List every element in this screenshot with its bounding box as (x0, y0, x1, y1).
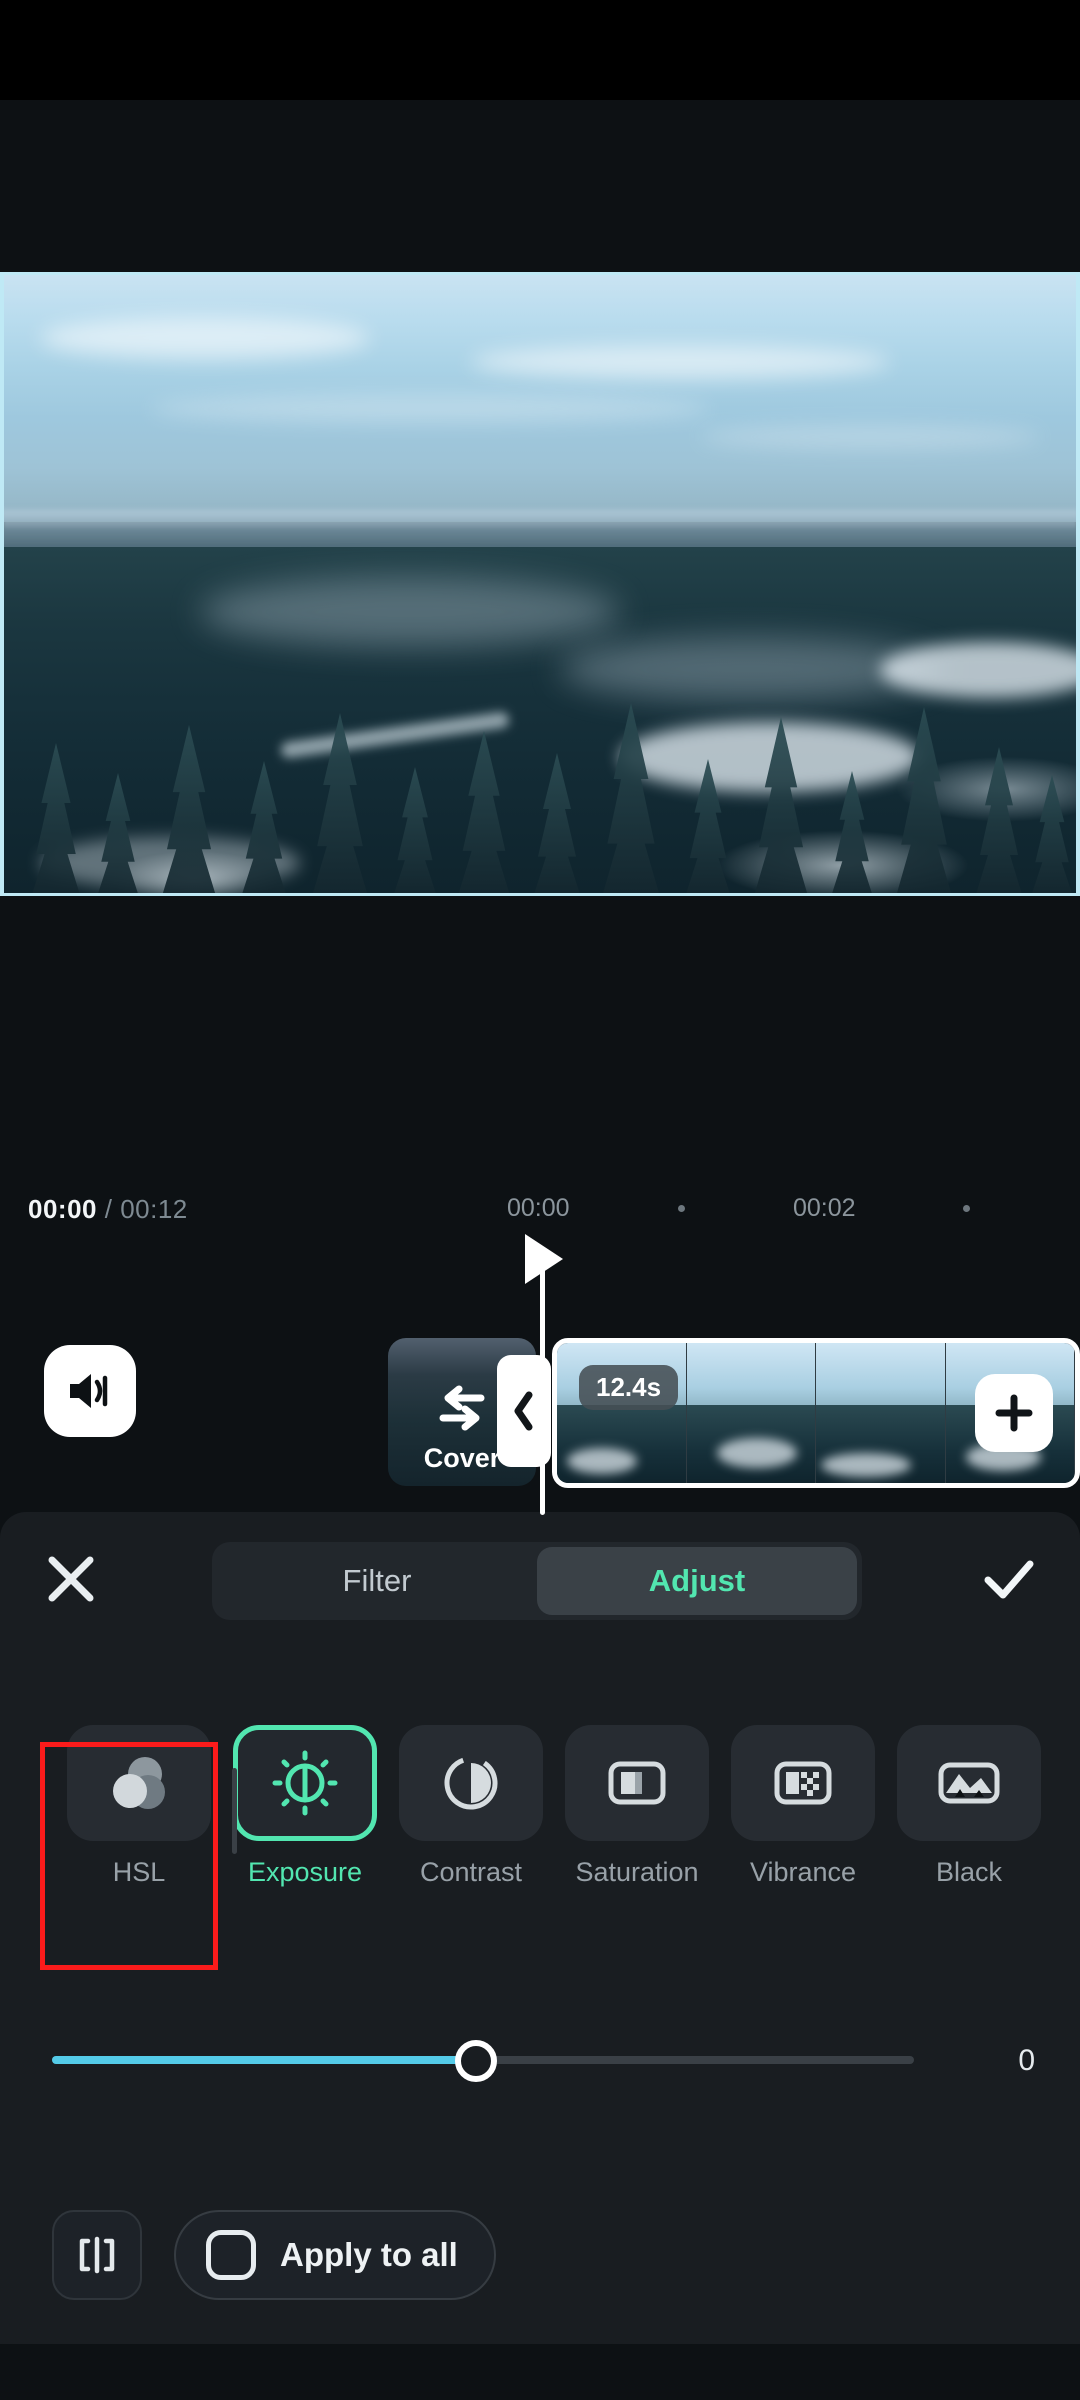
timeline-ruler[interactable]: 00:00 / 00:12 00:00 00:02 (0, 1190, 1080, 1250)
tool-exposure[interactable]: Exposure (222, 1725, 388, 1975)
clip-thumbnail (816, 1343, 946, 1483)
saturation-icon (608, 1761, 666, 1805)
chevron-left-icon (514, 1391, 533, 1431)
tool-vibrance-label: Vibrance (749, 1857, 857, 1887)
black-point-icon (938, 1762, 1000, 1804)
add-clip-button[interactable] (975, 1374, 1053, 1452)
apply-to-all-label: Apply to all (280, 2236, 458, 2273)
tool-saturation-box (565, 1725, 709, 1841)
adjust-tools-row[interactable]: HSL Exposure Contrast Saturation Vibranc… (0, 1725, 1080, 1975)
exposure-sun-icon (272, 1750, 338, 1816)
tool-black-box (897, 1725, 1041, 1841)
tab-adjust[interactable]: Adjust (537, 1547, 857, 1615)
tool-hsl-box (67, 1725, 211, 1841)
playback-time: 00:00 / 00:12 (28, 1194, 188, 1225)
ruler-tick-0: 00:00 (507, 1194, 570, 1222)
panel-header: Filter Adjust (0, 1512, 1080, 1640)
tool-hsl[interactable]: HSL (56, 1725, 222, 1975)
close-button[interactable] (40, 1548, 102, 1610)
reset-button[interactable] (52, 2210, 142, 2300)
tool-saturation-label: Saturation (575, 1857, 699, 1887)
reset-adjust-icon (79, 2236, 115, 2274)
current-time: 00:00 (28, 1194, 97, 1224)
tool-contrast-label: Contrast (419, 1857, 523, 1887)
tool-saturation[interactable]: Saturation (554, 1725, 720, 1975)
contrast-circle-icon (444, 1756, 498, 1810)
time-separator: / (104, 1194, 113, 1224)
apply-to-all-checkbox[interactable] (206, 2230, 256, 2280)
total-time: 00:12 (120, 1194, 188, 1224)
tool-exposure-label: Exposure (247, 1857, 363, 1887)
hsl-circles-icon (113, 1757, 165, 1809)
tool-contrast[interactable]: Contrast (388, 1725, 554, 1975)
ruler-tick-dot-1 (678, 1205, 685, 1212)
tool-contrast-box (399, 1725, 543, 1841)
video-preview[interactable] (0, 272, 1080, 896)
tool-vibrance-box (731, 1725, 875, 1841)
confirm-button[interactable] (978, 1548, 1040, 1610)
clip-thumbnail (686, 1343, 816, 1483)
playhead[interactable] (540, 1250, 545, 1515)
tools-divider (232, 1768, 237, 1854)
plus-icon (995, 1394, 1033, 1432)
tab-filter[interactable]: Filter (217, 1547, 537, 1615)
close-icon (48, 1556, 94, 1602)
volume-button[interactable] (44, 1345, 136, 1437)
apply-to-all-button[interactable]: Apply to all (174, 2210, 496, 2300)
nav-bar (0, 2344, 1080, 2400)
clip-thumbnail (557, 1343, 687, 1483)
check-icon (984, 1560, 1034, 1599)
swap-transition-icon (435, 1384, 489, 1439)
tool-black-label: Black (935, 1857, 1003, 1887)
vibrance-icon (774, 1761, 832, 1805)
timeline-clip[interactable]: 12.4s (552, 1338, 1080, 1488)
volume-icon (70, 1374, 108, 1408)
tool-exposure-box (233, 1725, 377, 1841)
status-bar (0, 0, 1080, 100)
tool-hsl-label: HSL (112, 1857, 166, 1887)
slider-knob[interactable] (455, 2040, 497, 2082)
ruler-tick-2: 00:02 (793, 1194, 856, 1222)
adjust-slider-row[interactable]: 0 (0, 2030, 1080, 2090)
tool-vibrance[interactable]: Vibrance (720, 1725, 886, 1975)
bottom-actions: Apply to all (0, 2200, 1080, 2310)
clip-duration-badge: 12.4s (579, 1365, 679, 1410)
slider-fill (52, 2056, 480, 2064)
preview-forest (0, 546, 1080, 893)
tool-black[interactable]: Black (886, 1725, 1052, 1975)
slider-value: 0 (1018, 2044, 1035, 2077)
ruler-tick-dot-3 (963, 1205, 970, 1212)
panel-tabs[interactable]: Filter Adjust (212, 1542, 862, 1620)
app-screen: 00:00 / 00:12 00:00 00:02 Cover 12.4s Fi… (0, 0, 1080, 2400)
